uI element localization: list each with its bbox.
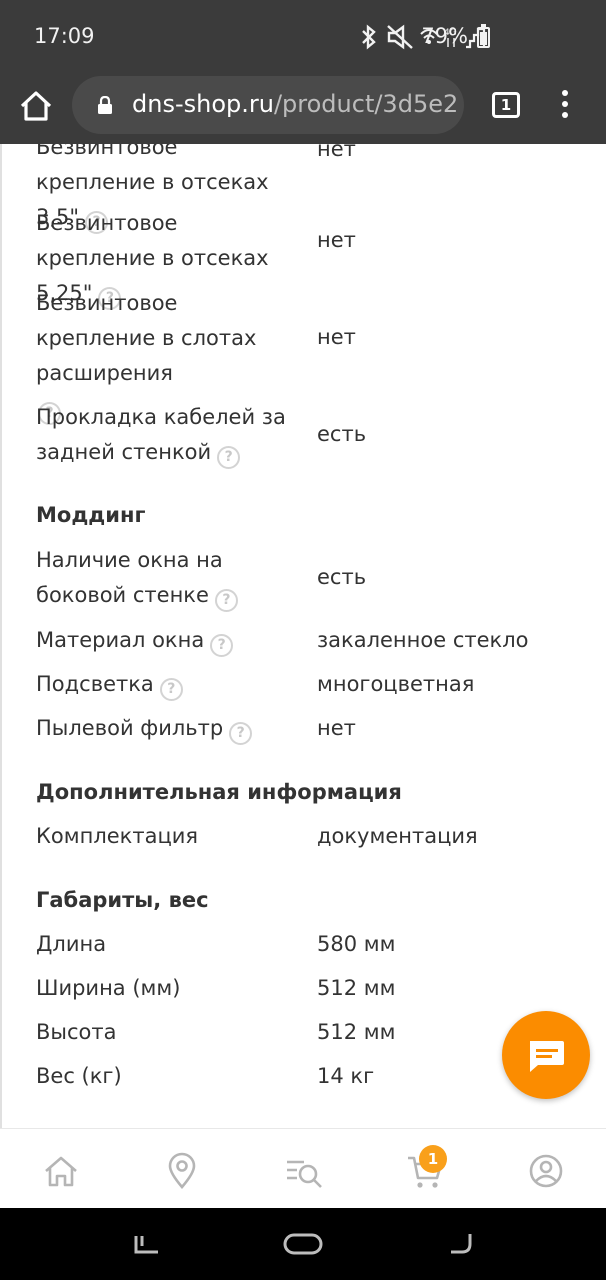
chat-icon bbox=[530, 1041, 564, 1072]
tab-switcher-button[interactable]: 1 bbox=[492, 92, 520, 118]
spec-row: Безвинтовое крепление в отсеках 5,25"? н… bbox=[36, 206, 596, 310]
status-time: 17:09 bbox=[34, 24, 95, 48]
spec-row: Пылевой фильтр? нет bbox=[36, 711, 596, 746]
browser-menu-icon[interactable] bbox=[556, 90, 574, 122]
url-path: /product/3d5e2 bbox=[273, 90, 459, 118]
help-icon[interactable]: ? bbox=[214, 589, 238, 612]
spec-row: Материал окна? закаленное стекло bbox=[36, 623, 596, 658]
spec-value: есть bbox=[317, 422, 367, 446]
spec-value: нет bbox=[317, 144, 356, 161]
spec-label: Наличие окна на боковой стенке? bbox=[36, 543, 296, 613]
spec-row: Ширина (мм) 512 мм bbox=[36, 971, 596, 1006]
spec-value: многоцветная bbox=[317, 672, 475, 696]
bluetooth-icon bbox=[362, 24, 376, 50]
home-icon[interactable] bbox=[41, 1151, 81, 1191]
browser-toolbar: dns-shop.ru/product/3d5e2 1 bbox=[0, 72, 606, 144]
system-navigation-bar bbox=[0, 1208, 606, 1280]
help-icon[interactable]: ? bbox=[159, 678, 183, 701]
spec-label: Подсветка? bbox=[36, 667, 296, 702]
spec-row: Прокладка кабелей за задней стенкой? ест… bbox=[36, 400, 596, 470]
bottom-navigation: 1 bbox=[0, 1128, 606, 1208]
help-icon[interactable]: ? bbox=[229, 722, 253, 745]
url-text: dns-shop.ru/product/3d5e2 bbox=[132, 90, 458, 118]
section-title-dimensions: Габариты, вес bbox=[36, 888, 209, 912]
spec-value: есть bbox=[317, 565, 367, 589]
spec-value: нет bbox=[317, 716, 356, 740]
url-domain: dns-shop.ru bbox=[132, 90, 274, 118]
spec-value: нет bbox=[317, 325, 356, 349]
section-title-additional: Дополнительная информация bbox=[36, 780, 402, 804]
help-icon[interactable]: ? bbox=[217, 446, 241, 469]
spec-row: Безвинтовое крепление в слотах расширени… bbox=[36, 286, 596, 425]
spec-value: нет bbox=[317, 228, 356, 252]
spec-value: 512 мм bbox=[317, 1020, 396, 1044]
recent-apps-icon[interactable] bbox=[130, 1230, 164, 1260]
spec-label: Вес (кг) bbox=[36, 1064, 122, 1088]
lock-icon bbox=[98, 96, 112, 114]
spec-row: Подсветка? многоцветная bbox=[36, 667, 596, 702]
spec-row: Наличие окна на боковой стенке? есть bbox=[36, 543, 596, 613]
battery-icon bbox=[477, 24, 490, 48]
back-icon[interactable] bbox=[446, 1230, 476, 1260]
address-bar[interactable]: dns-shop.ru/product/3d5e2 bbox=[72, 76, 464, 134]
status-bar: 17:09 4G 79% bbox=[0, 0, 606, 72]
spec-label: Высота bbox=[36, 1020, 117, 1044]
spec-label: Ширина (мм) bbox=[36, 976, 181, 1000]
help-icon[interactable]: ? bbox=[210, 634, 234, 657]
home-icon[interactable] bbox=[16, 86, 56, 126]
home-system-icon[interactable] bbox=[282, 1230, 324, 1258]
spec-value: документация bbox=[317, 824, 478, 848]
spec-value: 512 мм bbox=[317, 976, 396, 1000]
section-title-modding: Моддинг bbox=[36, 503, 146, 527]
location-icon[interactable] bbox=[162, 1151, 202, 1191]
spec-row: Комплектация документация bbox=[36, 819, 596, 854]
catalog-search-icon[interactable] bbox=[284, 1151, 324, 1191]
battery-percent: 79% bbox=[421, 24, 468, 48]
profile-icon[interactable] bbox=[526, 1151, 566, 1191]
chat-button[interactable] bbox=[502, 1011, 590, 1099]
spec-value: 580 мм bbox=[317, 932, 396, 956]
spec-value: закаленное стекло bbox=[317, 628, 529, 652]
spec-row: Длина 580 мм bbox=[36, 927, 596, 962]
spec-label: Прокладка кабелей за задней стенкой? bbox=[36, 400, 296, 470]
spec-label: Длина bbox=[36, 932, 107, 956]
spec-label: Материал окна? bbox=[36, 623, 296, 658]
mute-icon bbox=[387, 24, 413, 50]
spec-label: Пылевой фильтр? bbox=[36, 711, 296, 746]
cart-badge: 1 bbox=[419, 1145, 447, 1173]
specs-content: Безвинтовое крепление в отсеках 3,5"? не… bbox=[0, 144, 606, 1128]
spec-row: Безвинтовое крепление в отсеках 3,5"? не… bbox=[36, 144, 596, 234]
spec-label: Комплектация bbox=[36, 824, 199, 848]
spec-value: 14 кг bbox=[317, 1064, 375, 1088]
